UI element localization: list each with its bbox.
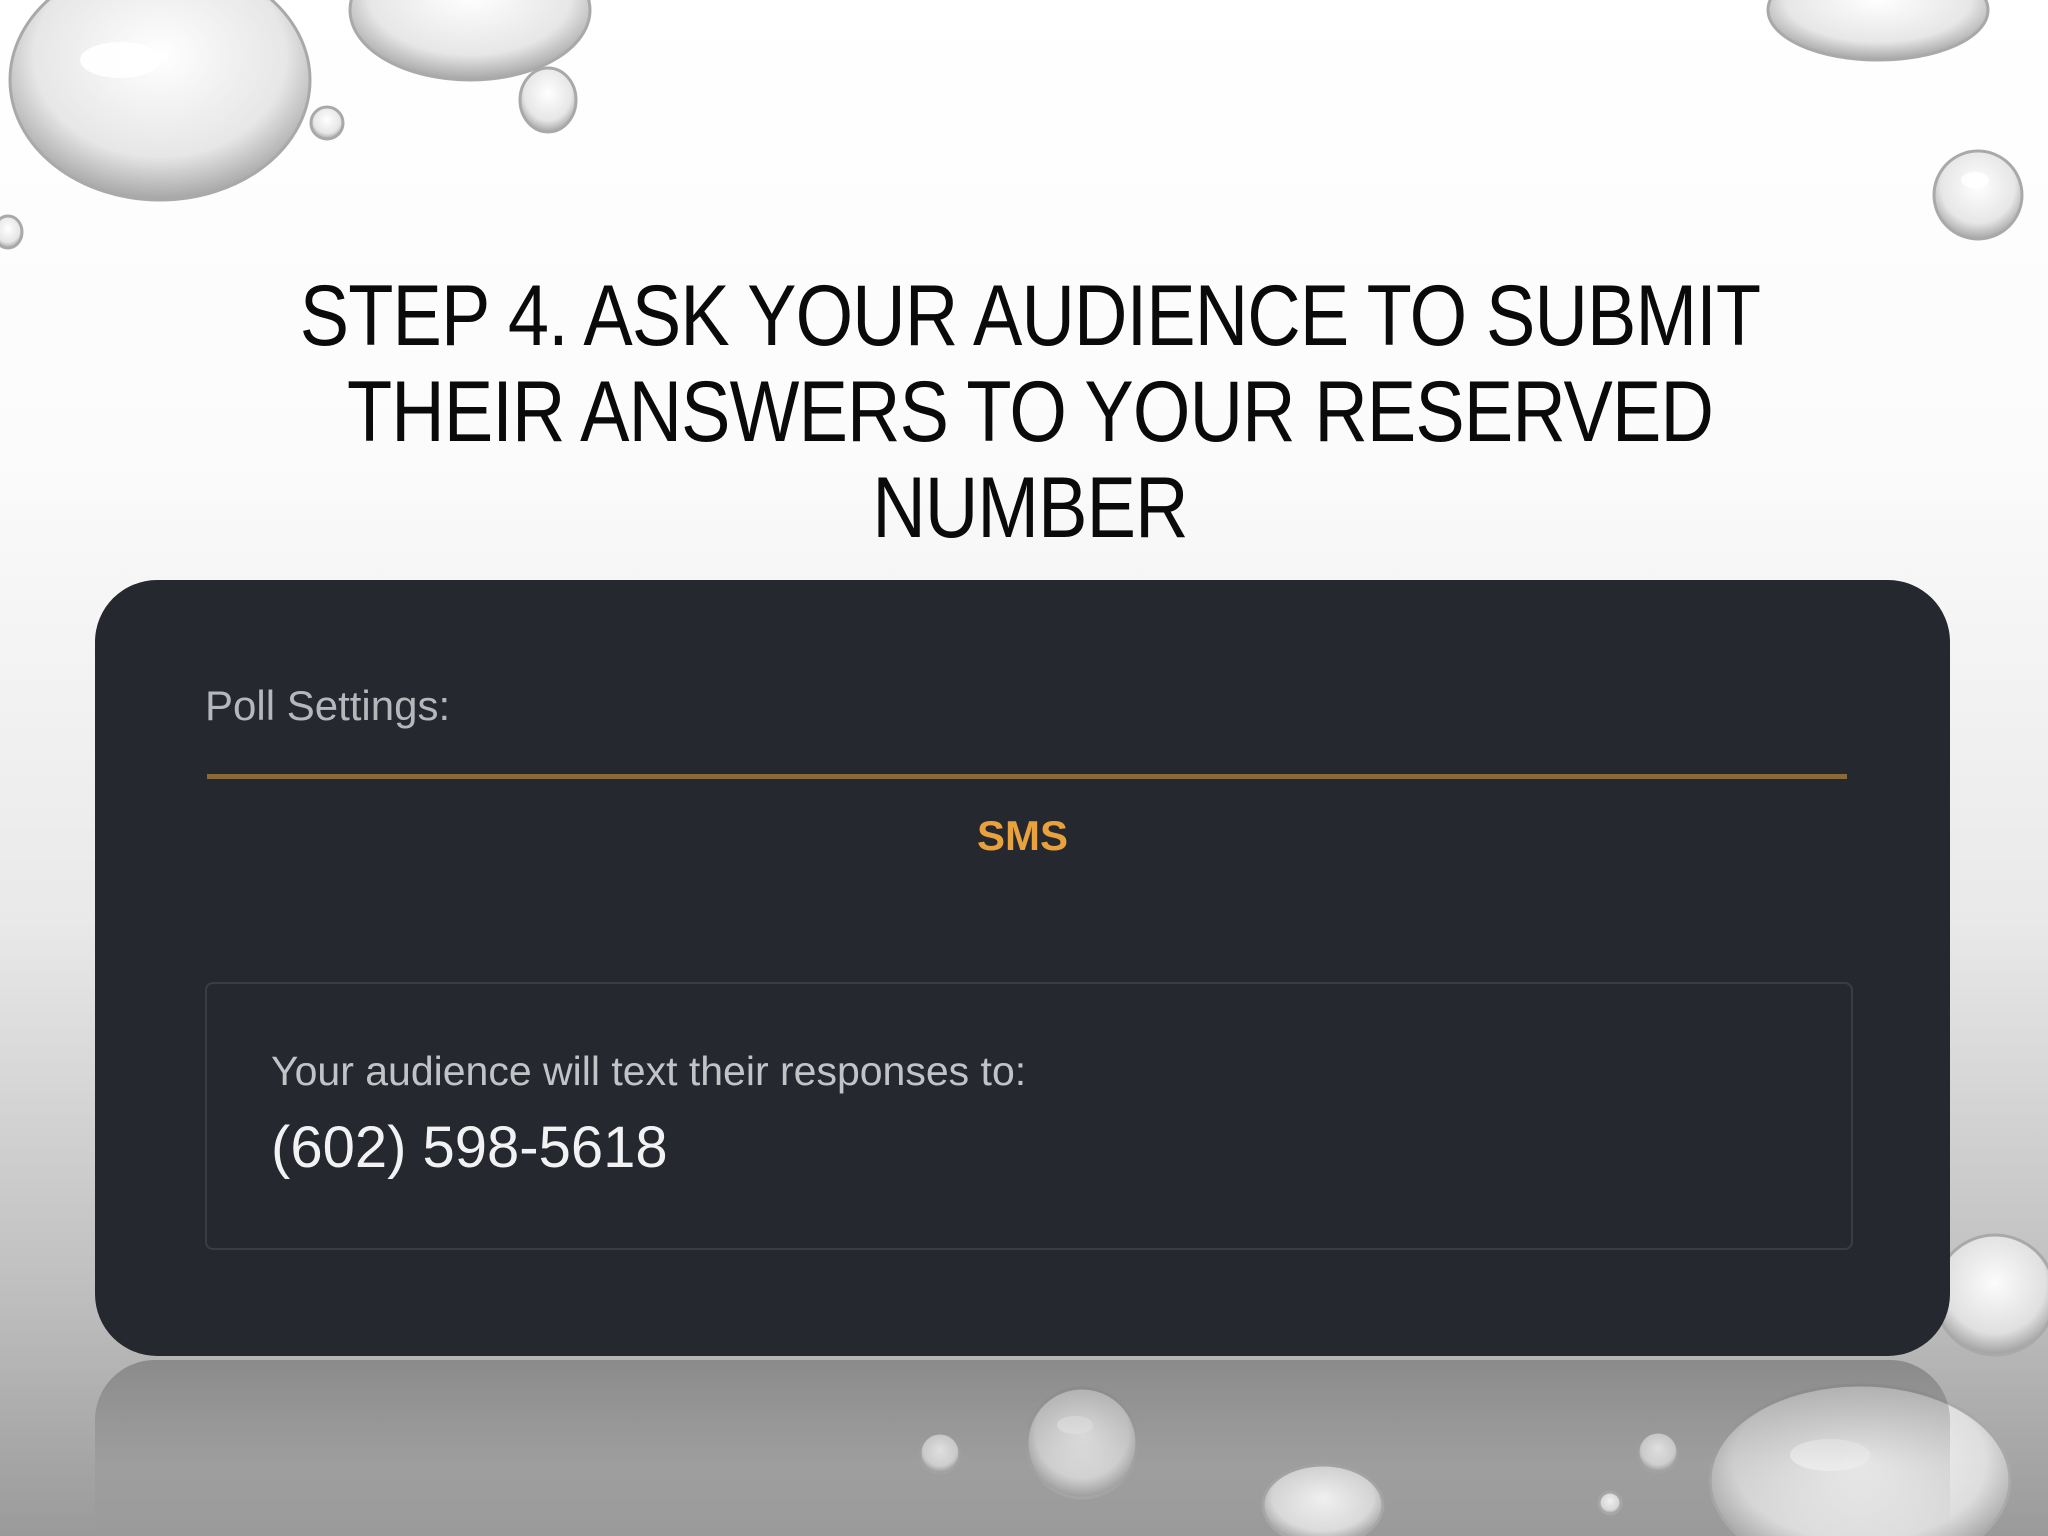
slide-title: STEP 4. ASK YOUR AUDIENCE TO SUBMIT THEI… [299,268,1761,556]
sms-info-box: Your audience will text their responses … [205,982,1853,1250]
panel-reflection [95,1360,1950,1536]
poll-settings-panel: Poll Settings: SMS Your audience will te… [95,580,1950,1356]
reserved-phone-number: (602) 598-5618 [271,1115,668,1180]
poll-settings-label: Poll Settings: [205,682,451,729]
tab-sms[interactable]: SMS [95,812,1950,860]
tab-active-indicator [207,774,1847,779]
sms-caption: Your audience will text their responses … [271,1048,1027,1094]
